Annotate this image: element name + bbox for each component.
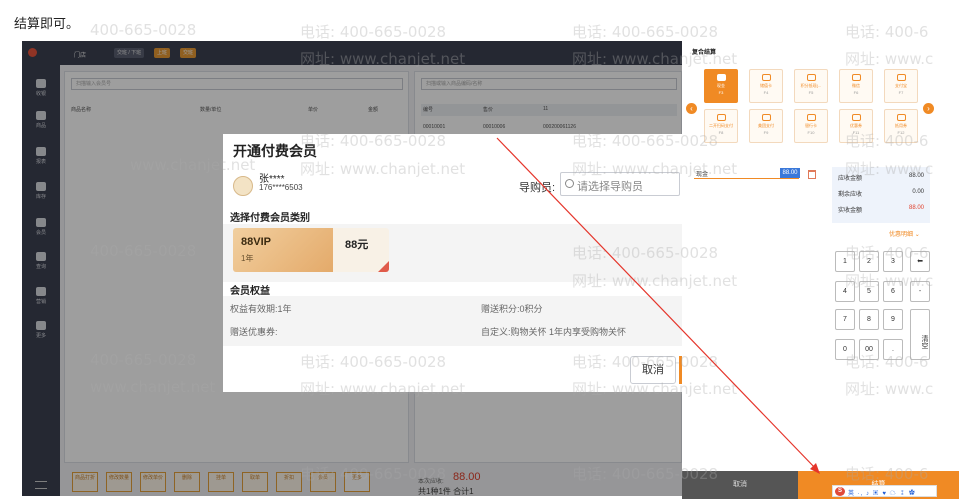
arrow-line [496, 137, 818, 471]
tutorial-arrow [496, 137, 820, 474]
